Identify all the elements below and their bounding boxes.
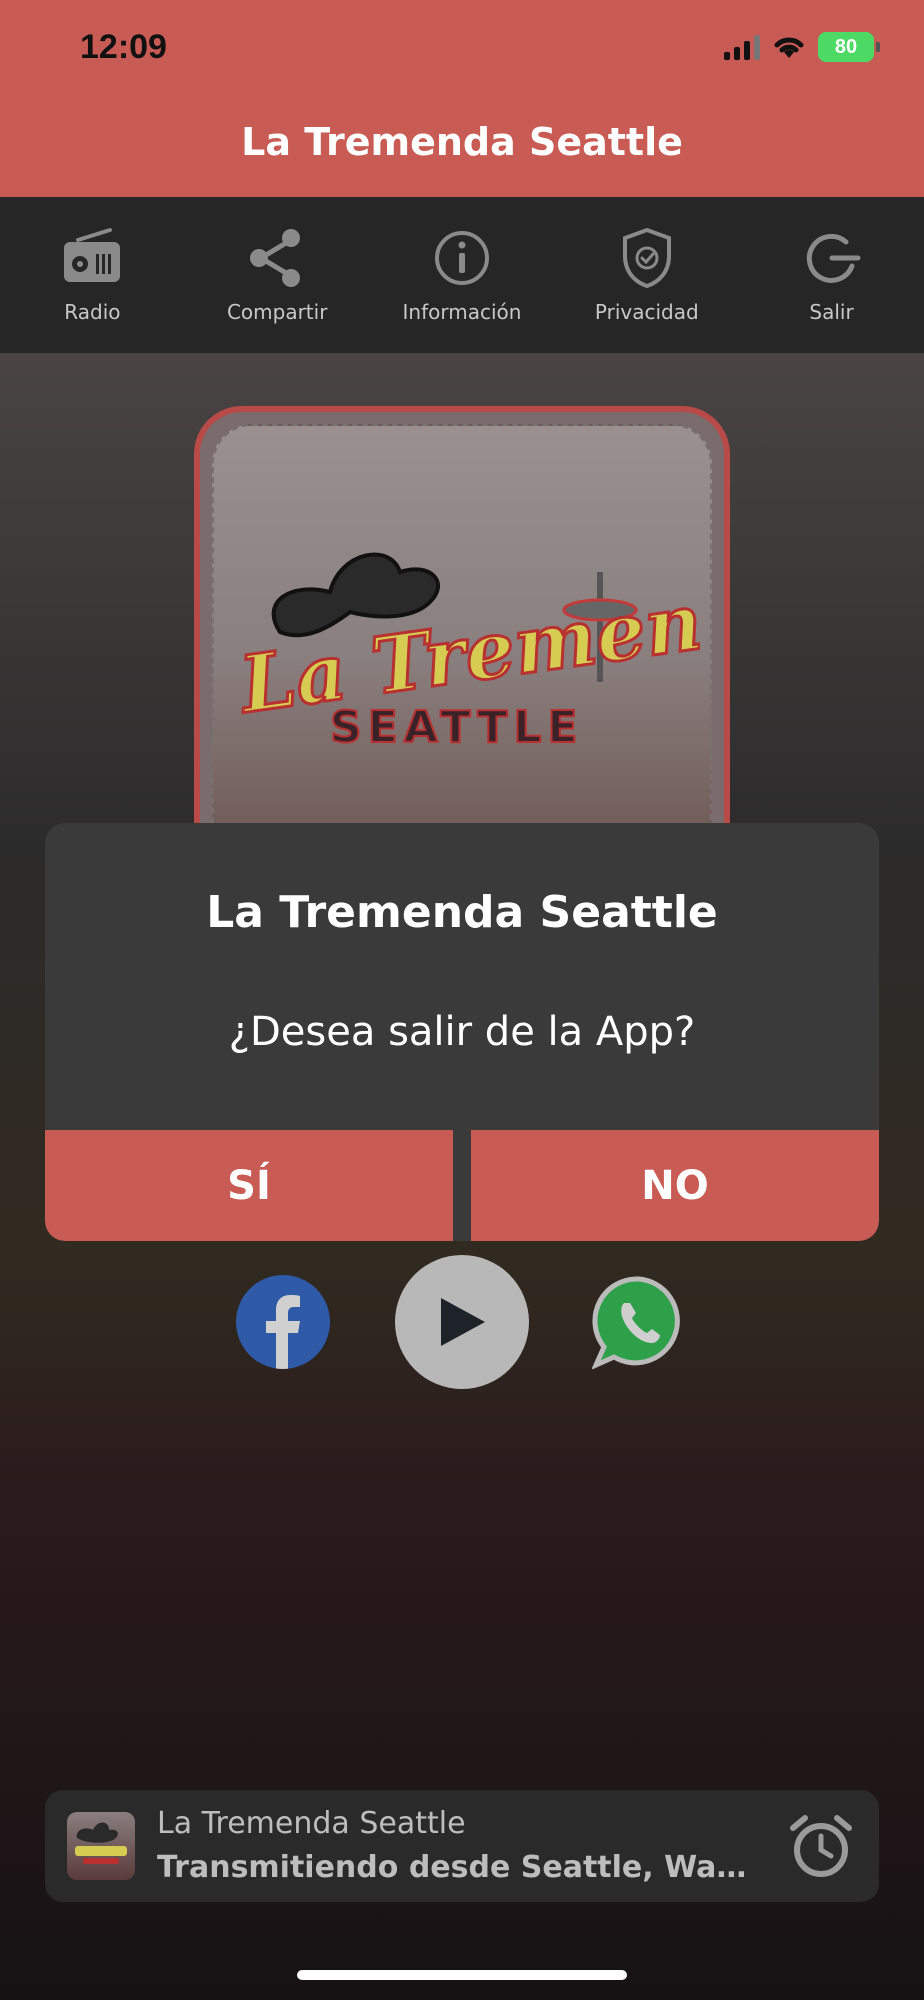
station-cover-art: La Tremenda SEATTLE xyxy=(194,406,730,826)
nav-label-info: Información xyxy=(402,300,522,324)
wifi-icon xyxy=(774,37,804,58)
nav-item-privacy[interactable]: Privacidad xyxy=(562,226,732,324)
play-button[interactable] xyxy=(395,1255,529,1389)
share-icon xyxy=(250,229,301,287)
dialog-message: ¿Desea salir de la App? xyxy=(228,1009,696,1055)
station-logo: La Tremenda SEATTLE xyxy=(231,552,700,752)
battery-icon: 80 xyxy=(818,32,880,62)
cellular-signal-icon xyxy=(724,34,760,60)
facebook-button[interactable] xyxy=(236,1275,330,1369)
mini-logo xyxy=(75,1822,127,1864)
nav-label-share: Compartir xyxy=(226,300,328,324)
dialog-title: La Tremenda Seattle xyxy=(206,887,718,938)
status-time: 12:09 xyxy=(80,28,167,66)
nav-label-radio: Radio xyxy=(64,300,121,324)
app-header: 12:09 80 La Tremenda Seattle xyxy=(0,0,924,197)
mini-player-subtitle: Transmitiendo desde Seattle, Washi... xyxy=(157,1850,757,1885)
play-icon xyxy=(441,1298,485,1346)
facebook-icon xyxy=(266,1295,300,1369)
exit-dialog: La Tremenda Seattle ¿Desea salir de la A… xyxy=(45,823,879,1241)
no-button[interactable]: NO xyxy=(471,1130,879,1241)
mini-player-thumbnail xyxy=(67,1812,135,1880)
radio-icon xyxy=(64,228,121,282)
nav-label-exit: Salir xyxy=(809,300,854,324)
nav-toolbar: Radio Compartir Información Privacidad S… xyxy=(0,197,924,353)
nav-item-radio[interactable]: Radio xyxy=(7,226,177,324)
alarm-clock-icon[interactable] xyxy=(785,1810,857,1882)
home-indicator xyxy=(297,1970,627,1980)
whatsapp-button[interactable] xyxy=(591,1275,686,1370)
yes-button[interactable]: SÍ xyxy=(45,1130,453,1241)
status-icons: 80 xyxy=(724,32,880,62)
whatsapp-icon xyxy=(591,1276,680,1370)
nav-label-privacy: Privacidad xyxy=(594,300,699,324)
nav-item-share[interactable]: Compartir xyxy=(192,226,362,324)
battery-level: 80 xyxy=(834,35,858,58)
nav-item-info[interactable]: Información xyxy=(377,226,547,324)
nav-item-exit[interactable]: Salir xyxy=(747,226,917,324)
power-icon xyxy=(806,233,861,283)
mini-player-station: La Tremenda Seattle xyxy=(157,1806,466,1841)
logo-line2: SEATTLE xyxy=(330,702,584,752)
mini-player[interactable]: La Tremenda Seattle Transmitiendo desde … xyxy=(45,1790,879,1902)
app-title: La Tremenda Seattle xyxy=(241,120,683,164)
info-icon xyxy=(434,231,489,285)
shield-check-icon xyxy=(622,227,671,289)
